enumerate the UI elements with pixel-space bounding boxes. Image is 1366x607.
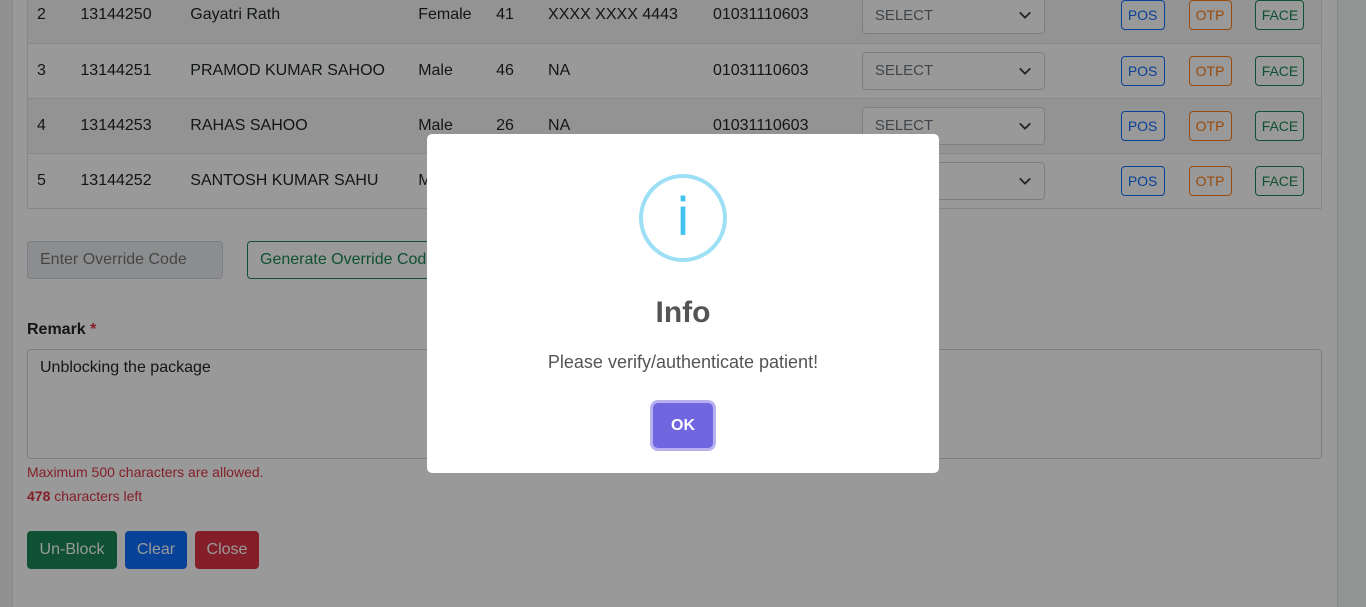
info-dialog: i Info Please verify/authenticate patien… (427, 134, 939, 473)
dialog-message: Please verify/authenticate patient! (547, 352, 819, 372)
ok-button[interactable]: OK (653, 403, 713, 448)
info-icon-glyph: i (675, 188, 691, 248)
info-icon: i (639, 174, 727, 262)
dialog-title: Info (655, 296, 711, 329)
